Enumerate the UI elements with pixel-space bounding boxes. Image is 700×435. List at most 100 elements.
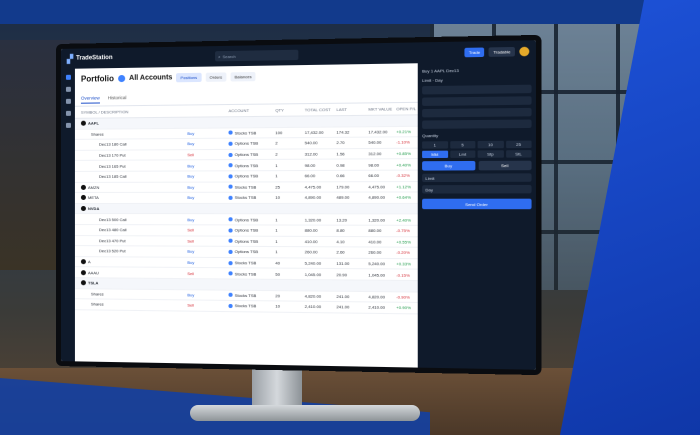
tab-overview[interactable]: Overview	[80, 95, 100, 104]
cell-side[interactable]: Buy	[187, 217, 228, 222]
cell-side[interactable]: Buy	[187, 292, 228, 298]
cell-account: Options TSB	[228, 173, 275, 179]
buy-button[interactable]: Buy	[422, 160, 475, 171]
col-mv[interactable]: MKT VALUE	[368, 106, 396, 111]
top-actions: Trade Tradable	[464, 46, 530, 57]
portfolio-icon[interactable]	[65, 86, 71, 92]
cell-side[interactable]: Buy	[187, 184, 228, 190]
symbol-logo-icon	[80, 121, 86, 127]
account-text: Options TSB	[234, 238, 259, 244]
send-order-button[interactable]: Send Order	[422, 198, 532, 210]
cell-symbol: Dec13 185 Call	[81, 174, 187, 179]
symbol-logo-icon	[80, 195, 86, 201]
account-text: Stocks TSB	[234, 292, 257, 298]
cell-qty: 2	[275, 151, 278, 157]
quick-grid-option[interactable]: StL	[505, 150, 532, 158]
quick-grid-option[interactable]: 25	[505, 140, 532, 149]
table-row[interactable]: META Buy Stocks TSB 10 4,890.00 489.00 4,890.0…	[74, 192, 418, 204]
cell-account: Options TSB	[228, 217, 275, 222]
cell-mv: 4,820.00	[368, 293, 386, 300]
chart-icon[interactable]	[65, 98, 71, 104]
cell-account: Stocks TSB	[228, 271, 275, 276]
search-rail-icon[interactable]	[65, 122, 71, 128]
cell-side[interactable]: Sell	[187, 271, 228, 276]
quick-grid-option[interactable]: 5	[449, 141, 476, 149]
account-text: Options TSB	[234, 151, 259, 158]
cell-side[interactable]: Buy	[187, 195, 228, 200]
table-row[interactable]: Dec13 185 Call Buy Options TSB 1 66.00 0.66 66…	[74, 170, 418, 183]
cell-symbol: Dec13 165 Put	[81, 163, 187, 169]
cell-mv: 410.00	[368, 239, 382, 245]
cell-account: Options TSB	[228, 152, 275, 157]
cell-cost: 2,410.00	[304, 304, 322, 310]
brand-band-top	[0, 0, 700, 24]
search-placeholder: Search	[222, 53, 236, 59]
mode-toggle[interactable]: Tradable	[488, 46, 515, 57]
table-row[interactable]: Dec13 500 Call Buy Options TSB 1 1,320.00 13.…	[74, 214, 418, 226]
col-qty[interactable]: QTY	[275, 107, 304, 112]
cell-side[interactable]: Buy	[187, 174, 228, 179]
chip-positions[interactable]: Positions	[176, 72, 202, 83]
order-panel: Buy 1 AAPL Dec13 Limit · Day Quantity 15…	[417, 61, 536, 370]
trade-button[interactable]: Trade	[464, 46, 485, 57]
cell-side[interactable]: Buy	[187, 130, 228, 136]
cell-cost: 4,475.00	[304, 184, 322, 190]
cell-cost: 17,432.00	[304, 129, 324, 135]
quick-grid-option[interactable]: Lmt	[449, 150, 476, 158]
cell-side[interactable]: Buy	[187, 249, 228, 254]
cell-side[interactable]: Sell	[187, 228, 228, 233]
table-row[interactable]: NVDA	[74, 203, 418, 215]
avatar[interactable]	[519, 46, 530, 56]
quick-grid-option[interactable]: Mkt	[422, 150, 448, 159]
quick-grid-option[interactable]: 10	[477, 140, 504, 149]
order-leg-3[interactable]	[422, 107, 532, 118]
brand-logo-icon: ▞	[66, 54, 74, 64]
col-account[interactable]: ACCOUNT	[228, 108, 275, 113]
portfolio-panel: Portfolio All Accounts Positions Orders …	[74, 63, 418, 368]
news-icon[interactable]	[65, 110, 71, 116]
cell-side[interactable]: Sell	[187, 238, 228, 243]
col-cost[interactable]: TOTAL COST	[305, 107, 337, 112]
col-last[interactable]: LAST	[336, 107, 368, 112]
cell-symbol: Dec13 480 Call	[81, 227, 187, 232]
table-row[interactable]: AMZN Buy Stocks TSB 25 4,475.00 179.00 4,475.0…	[74, 181, 418, 194]
account-dot-icon	[228, 152, 233, 157]
cell-last: 2.60	[336, 249, 345, 256]
cell-cost: 880.00	[304, 227, 318, 234]
chip-orders[interactable]: Orders	[205, 72, 227, 82]
account-dot-icon	[228, 141, 233, 146]
side-buttons: Buy Sell	[422, 160, 532, 171]
order-detail: Limit · Day	[422, 75, 531, 84]
account-dot-icon	[228, 303, 233, 308]
account-dot-icon	[228, 217, 233, 222]
cell-cost: 66.00	[304, 173, 316, 179]
order-type-select[interactable]: Limit	[422, 173, 532, 183]
symbol-text: Shares	[90, 291, 104, 297]
tif-select[interactable]: Day	[422, 184, 532, 194]
cell-side[interactable]: Sell	[187, 152, 228, 157]
home-icon[interactable]	[65, 74, 71, 80]
order-leg-2[interactable]	[422, 96, 532, 106]
table-row[interactable]: Shares Sell Stocks TSB 10 2,410.00 241.00 2,41…	[74, 299, 418, 315]
cell-last: 179.00	[336, 184, 350, 190]
cell-side[interactable]: Sell	[187, 303, 228, 309]
account-text: Stocks TSB	[234, 260, 257, 266]
cell-side[interactable]: Buy	[187, 163, 228, 168]
order-leg-1[interactable]	[422, 84, 532, 95]
tab-historical[interactable]: Historical	[108, 95, 127, 103]
cell-account: Stocks TSB	[228, 184, 275, 190]
col-symbol[interactable]: SYMBOL / DESCRIPTION	[81, 109, 187, 115]
cell-mv: 66.00	[368, 173, 380, 179]
chip-balances[interactable]: Balances	[230, 71, 256, 82]
cell-side[interactable]: Buy	[187, 260, 228, 265]
brand: ▞ TradeStation	[66, 52, 209, 64]
cell-cost: 260.00	[304, 249, 318, 255]
sell-button[interactable]: Sell	[478, 160, 532, 171]
cell-side[interactable]: Buy	[187, 141, 228, 146]
symbol-text: Shares	[90, 301, 104, 307]
quick-grid-option[interactable]: Stp	[477, 150, 504, 158]
order-leg-4[interactable]	[422, 119, 532, 129]
search-input[interactable]: ⌕ Search	[215, 49, 299, 62]
quick-grid-option[interactable]: 1	[422, 141, 448, 149]
account-selector[interactable]: All Accounts	[129, 74, 172, 82]
